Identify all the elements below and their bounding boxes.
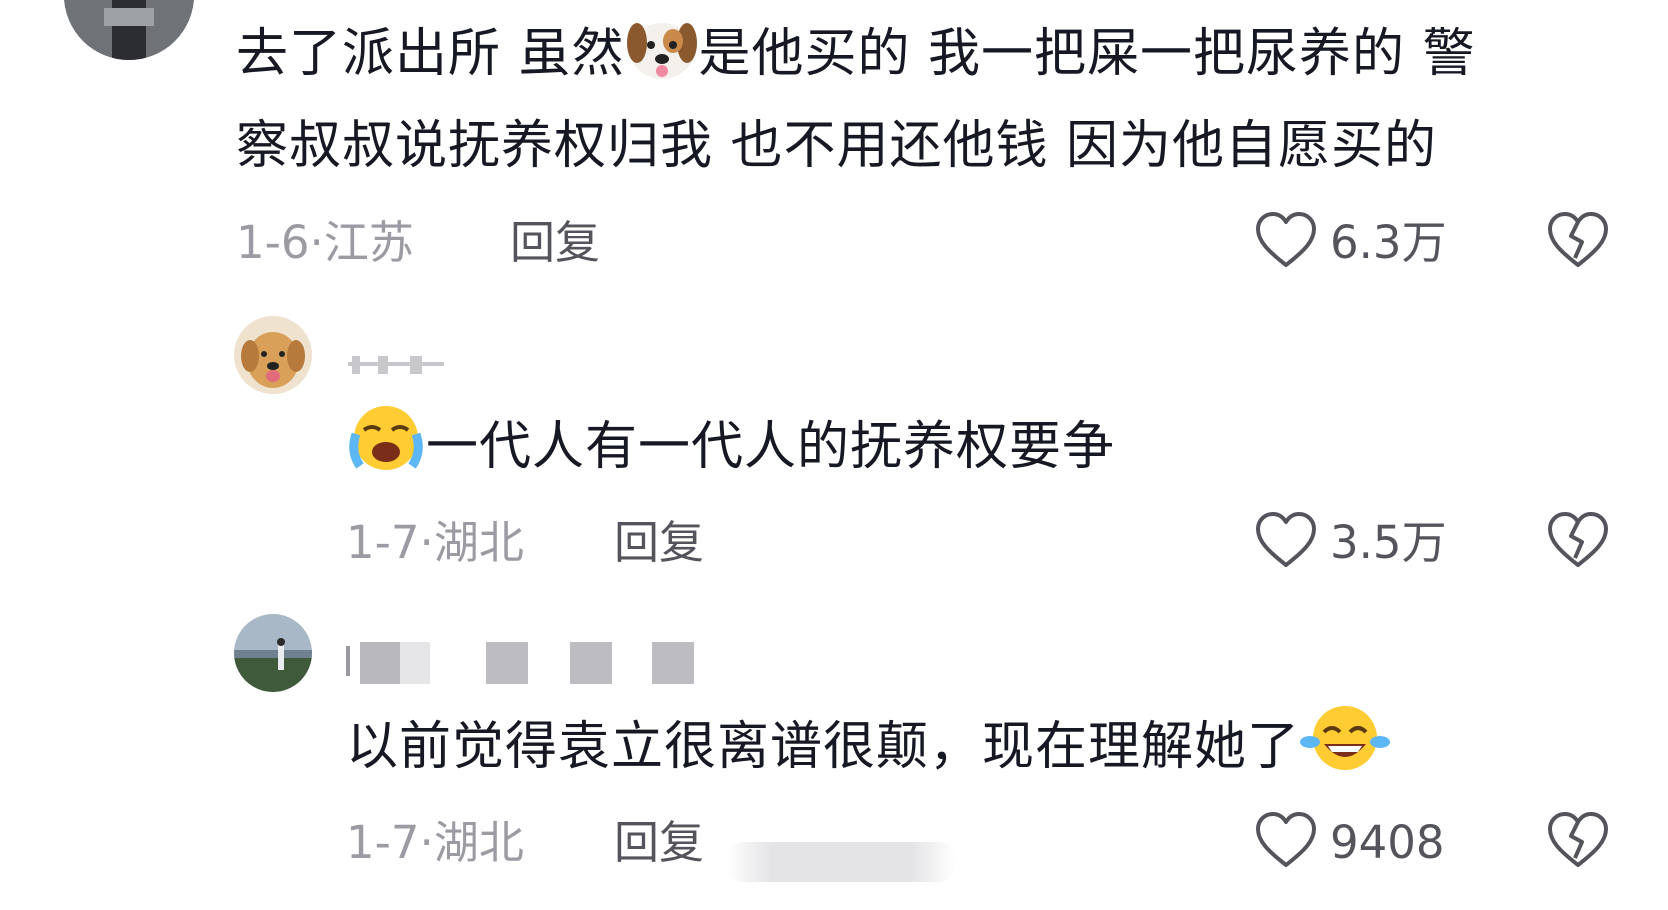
tears-of-joy-emoji xyxy=(1300,700,1391,803)
watermark xyxy=(726,842,956,882)
heart-icon xyxy=(1256,212,1316,267)
golden-retriever-avatar xyxy=(234,316,312,394)
comment-date: 1-7 xyxy=(346,816,420,869)
broken-heart-icon xyxy=(1548,212,1608,267)
like-count: 6.3万 xyxy=(1330,216,1447,269)
comment-text-line-1: 去了派出所 虽然 是他买的 我一把屎一把尿养的 警 xyxy=(236,8,1476,110)
landscape-avatar xyxy=(234,614,312,692)
reply-button[interactable]: 回复 xyxy=(614,813,704,873)
heart-icon xyxy=(1256,812,1316,867)
username-obscured[interactable] xyxy=(348,352,444,374)
dislike-button[interactable] xyxy=(1546,810,1610,874)
meta-separator: · xyxy=(419,516,434,569)
avatar[interactable] xyxy=(234,316,312,394)
dog-face-emoji xyxy=(625,17,699,110)
comment-date: 1-7 xyxy=(346,516,420,569)
loudly-crying-emoji xyxy=(346,400,426,503)
dislike-button[interactable] xyxy=(1546,510,1610,574)
comment-location: 湖北 xyxy=(433,516,524,569)
like-count: 9408 xyxy=(1330,816,1445,869)
avatar-image xyxy=(64,0,194,60)
comment-location: 湖北 xyxy=(433,816,524,869)
like-button[interactable] xyxy=(1254,510,1318,574)
reply-button[interactable]: 回复 xyxy=(510,213,600,273)
like-count: 3.5万 xyxy=(1330,516,1447,569)
comment-meta: 1-7·湖北 xyxy=(346,513,524,573)
comment-meta: 1-7·湖北 xyxy=(346,813,524,873)
heart-icon xyxy=(1256,512,1316,567)
avatar[interactable] xyxy=(234,614,312,692)
like-button[interactable] xyxy=(1254,810,1318,874)
broken-heart-icon xyxy=(1548,512,1608,567)
meta-separator: · xyxy=(419,816,434,869)
like-button[interactable] xyxy=(1254,210,1318,274)
meta-separator: · xyxy=(309,216,324,269)
reply-button[interactable]: 回复 xyxy=(614,513,704,573)
comment-text: 一代人有一代人的抚养权要争 xyxy=(346,400,1115,503)
broken-heart-icon xyxy=(1548,812,1608,867)
dislike-button[interactable] xyxy=(1546,210,1610,274)
username-obscured[interactable] xyxy=(346,640,698,686)
comment-date: 1-6 xyxy=(236,216,310,269)
comment-meta: 1-6·江苏 xyxy=(236,213,414,273)
avatar[interactable] xyxy=(64,0,194,60)
comment-text-line-2: 察叔叔说抚养权归我 也不用还他钱 因为他自愿买的 xyxy=(236,116,1438,176)
comment-location: 江苏 xyxy=(323,216,414,269)
comment-text: 以前觉得袁立很离谱很颠，现在理解她了 xyxy=(346,700,1391,803)
